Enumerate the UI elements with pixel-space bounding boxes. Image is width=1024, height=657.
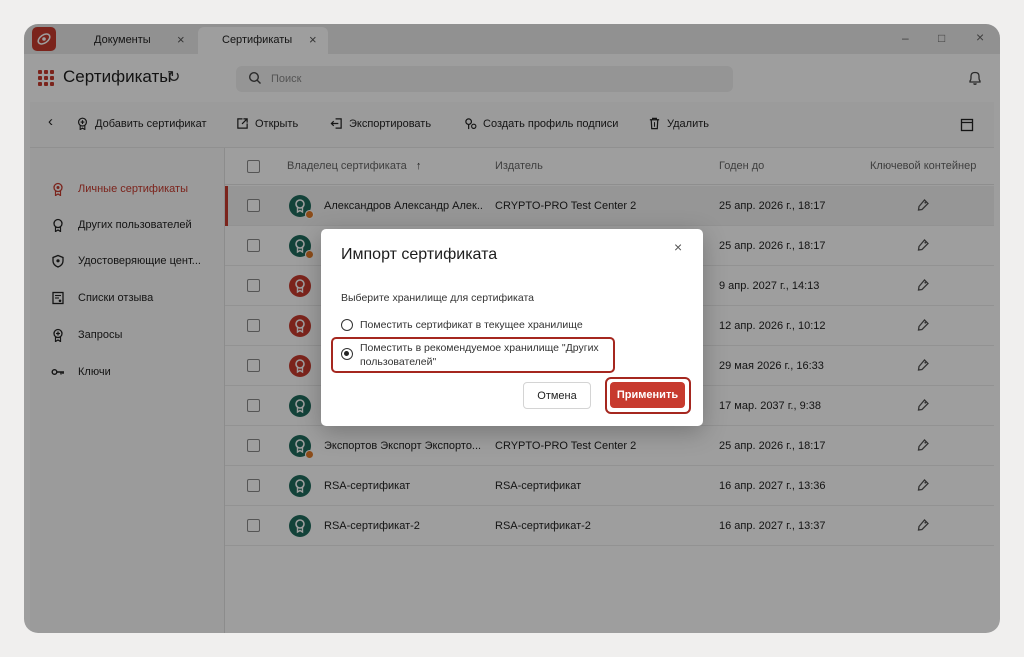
- radio-current-store-label[interactable]: Поместить сертификат в текущее хранилище: [360, 319, 583, 331]
- dialog-title: Импорт сертификата: [341, 246, 498, 263]
- import-certificate-dialog: Импорт сертификата × Выберите хранилище …: [321, 229, 703, 426]
- dialog-prompt: Выберите хранилище для сертификата: [341, 292, 534, 304]
- radio-current-store[interactable]: [341, 319, 353, 331]
- dialog-close-icon[interactable]: ×: [674, 239, 682, 255]
- radio-recommended-store[interactable]: [341, 348, 353, 360]
- cancel-button[interactable]: Отмена: [523, 382, 591, 409]
- apply-button[interactable]: Применить: [610, 382, 685, 408]
- highlight-frame-apply: Применить: [605, 377, 691, 414]
- radio-recommended-store-label[interactable]: Поместить в рекомендуемое хранилище "Дру…: [360, 341, 610, 369]
